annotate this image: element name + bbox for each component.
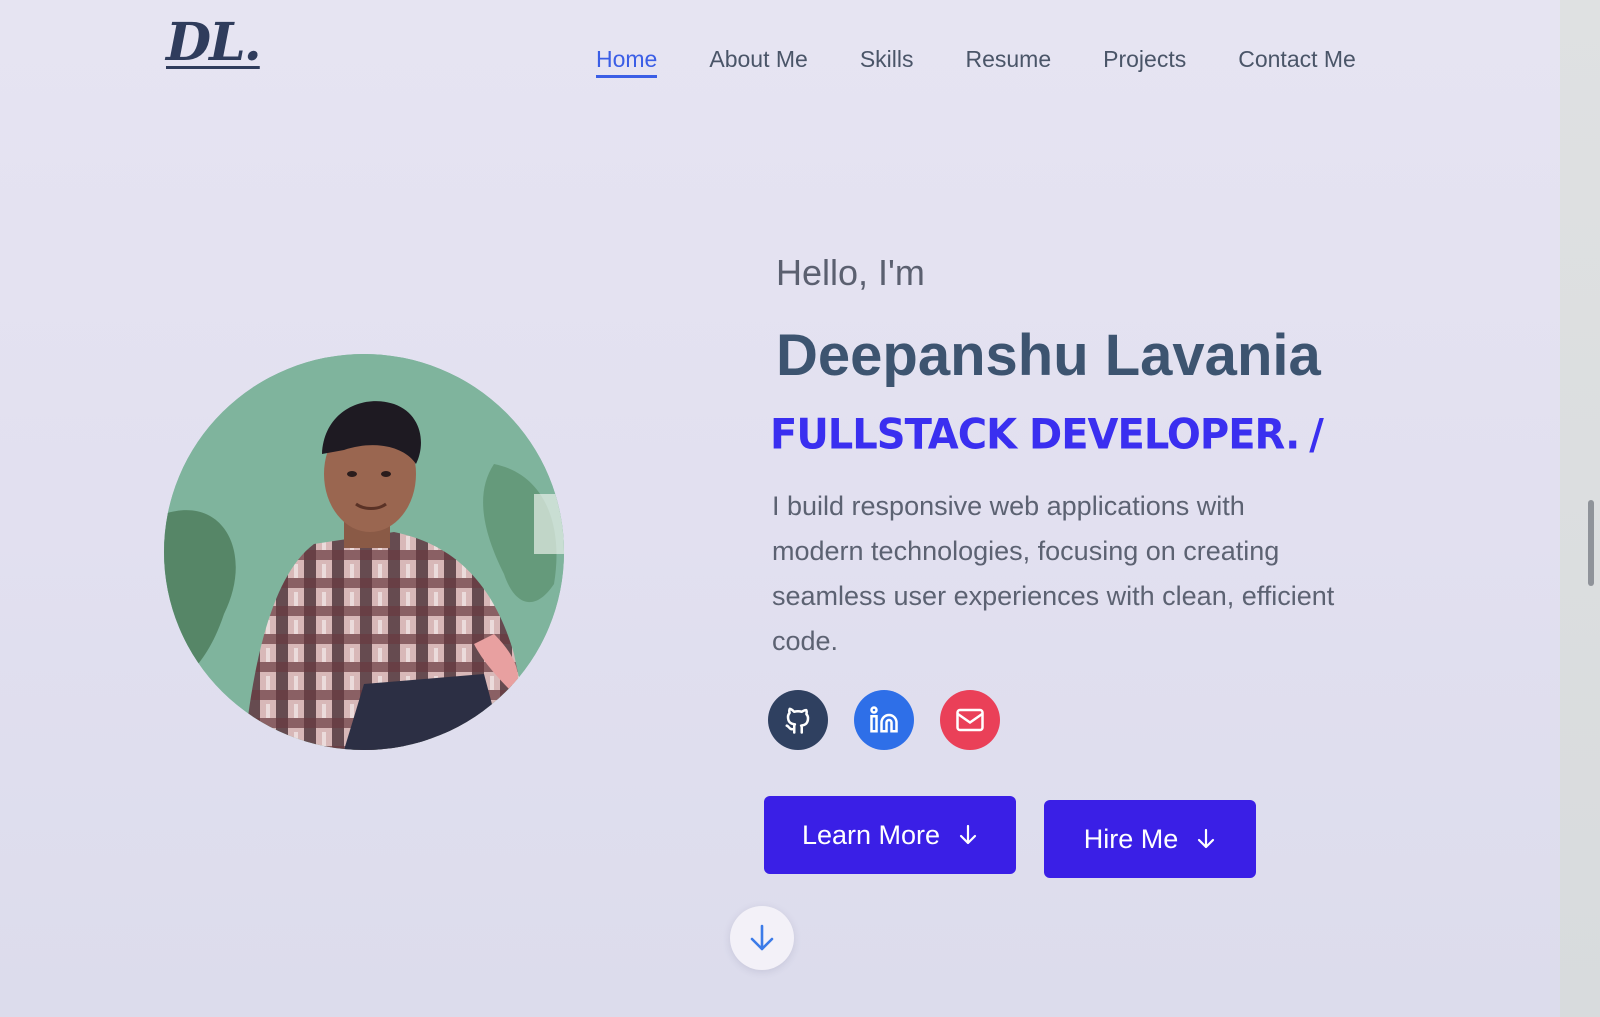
nav-item-skills[interactable]: Skills (860, 46, 914, 78)
profile-photo-illustration (164, 354, 564, 750)
arrow-down-icon (959, 824, 977, 845)
typing-cursor: / (1309, 410, 1324, 460)
arrow-down-icon (750, 924, 774, 951)
learn-more-button[interactable]: Learn More (764, 796, 1016, 874)
scrollbar-thumb[interactable] (1588, 500, 1594, 586)
hire-me-button[interactable]: Hire Me (1044, 800, 1256, 878)
nav-item-contact-me[interactable]: Contact Me (1238, 46, 1356, 78)
profile-photo (164, 354, 564, 750)
github-icon (785, 707, 810, 734)
site-logo[interactable]: DL. (166, 12, 262, 73)
hero-role: FULLSTACK DEVELOPER. / (770, 410, 1324, 460)
nav-item-home[interactable]: Home (596, 46, 658, 78)
arrow-down-icon (1198, 828, 1215, 849)
linkedin-icon (870, 706, 898, 733)
email-link[interactable] (940, 690, 1000, 750)
hero-role-text: FULLSTACK DEVELOPER. (770, 410, 1300, 460)
nav-item-about-me[interactable]: About Me (709, 46, 807, 78)
hire-me-label: Hire Me (1083, 823, 1179, 854)
hero-greeting: Hello, I'm (776, 252, 925, 293)
mail-icon (956, 708, 984, 732)
window-edge (1560, 0, 1600, 1017)
scroll-down-button[interactable] (730, 906, 794, 970)
hero-bio: I build responsive web applications with… (772, 491, 1335, 656)
linkedin-link[interactable] (854, 690, 914, 750)
github-link[interactable] (768, 690, 828, 750)
nav-item-resume[interactable]: Resume (965, 46, 1051, 78)
hero-name: Deepanshu Lavania (776, 323, 1321, 388)
nav-item-projects[interactable]: Projects (1103, 46, 1186, 78)
learn-more-label: Learn More (801, 819, 941, 850)
social-links (768, 690, 1000, 750)
main-nav: Home About Me Skills Resume Projects Con… (596, 46, 1356, 78)
